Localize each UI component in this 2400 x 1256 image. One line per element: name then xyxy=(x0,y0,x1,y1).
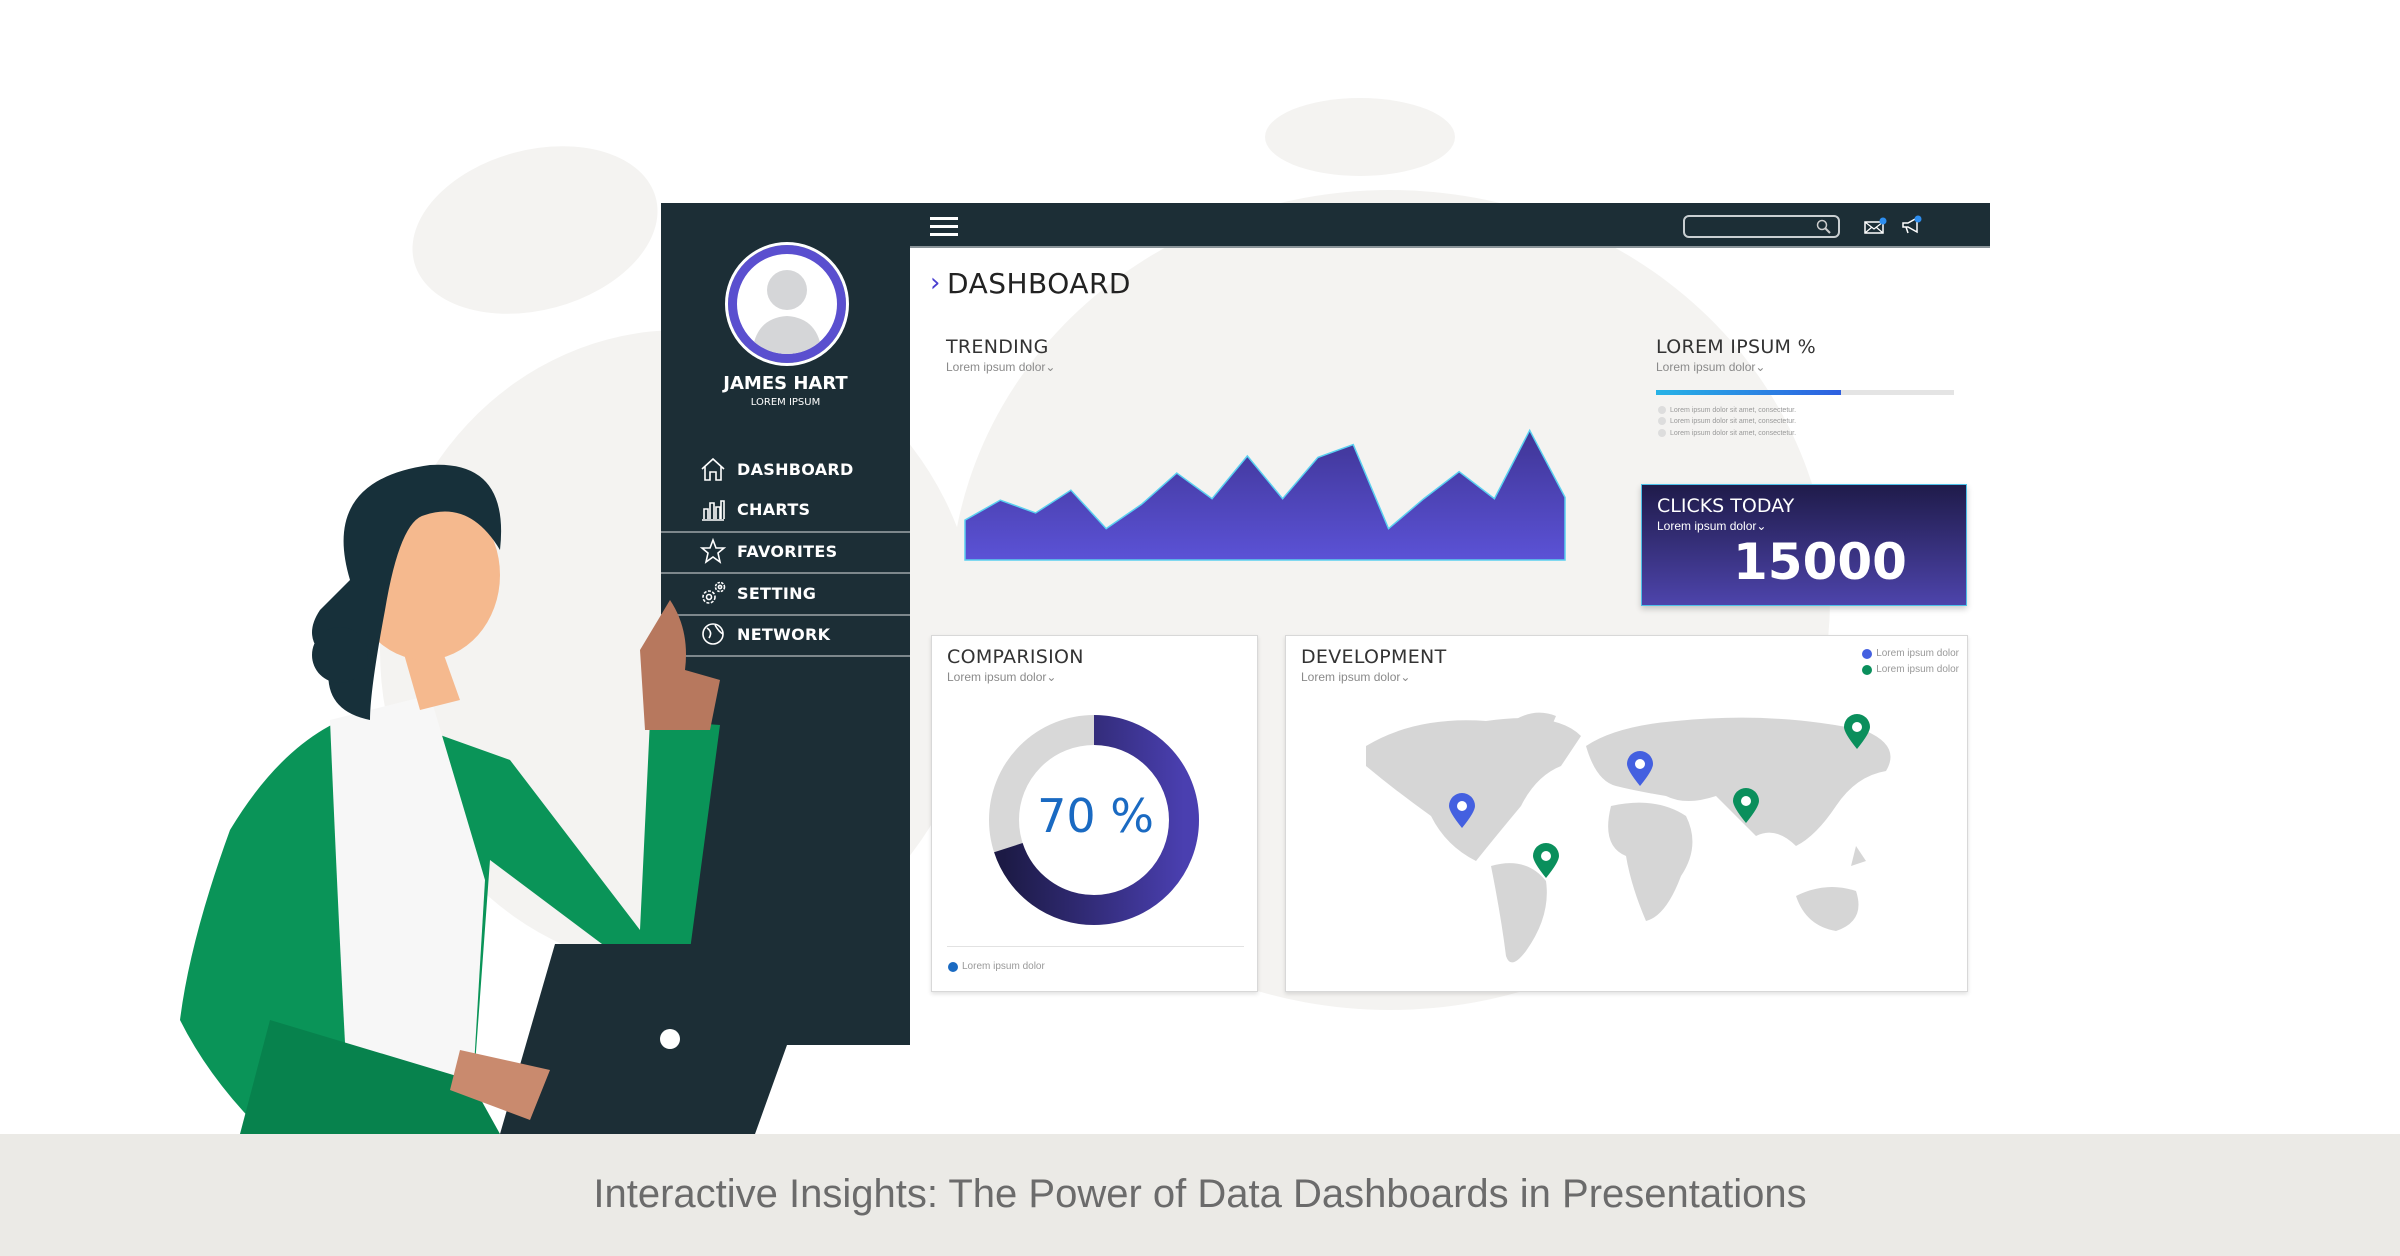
development-title: DEVELOPMENT xyxy=(1301,646,1447,668)
trending-area-chart xyxy=(964,428,1566,561)
legend-item: Lorem ipsum dolor xyxy=(1862,648,1959,659)
background-blob xyxy=(1265,98,1455,176)
avatar[interactable] xyxy=(725,242,849,366)
progress-subtitle[interactable]: Lorem ipsum dolor⌄ xyxy=(1656,360,1765,374)
breadcrumb-chevron-icon: › xyxy=(930,268,941,298)
bullet-item: Lorem ipsum dolor sit amet, consectetur. xyxy=(1658,429,1796,437)
search-input[interactable] xyxy=(1683,215,1840,238)
user-name: JAMES HART xyxy=(723,373,848,394)
clicks-today-card: CLICKS TODAY Lorem ipsum dolor⌄ 15000 xyxy=(1641,484,1967,606)
comparison-card: COMPARISION Lorem ipsum dolor⌄ 70 % Lore… xyxy=(931,635,1258,992)
clicks-value: 15000 xyxy=(1733,533,1907,591)
bullet-item: Lorem ipsum dolor sit amet, consectetur. xyxy=(1658,417,1796,425)
development-subtitle[interactable]: Lorem ipsum dolor⌄ xyxy=(1301,670,1410,684)
page-title: DASHBOARD xyxy=(947,267,1131,300)
user-icon xyxy=(752,270,822,354)
comparison-title: COMPARISION xyxy=(947,646,1084,668)
donut-value: 70 % xyxy=(1037,789,1154,843)
trending-subtitle[interactable]: Lorem ipsum dolor⌄ xyxy=(946,360,1055,374)
user-role: LOREM IPSUM xyxy=(750,397,821,408)
divider xyxy=(947,946,1244,947)
mail-icon[interactable] xyxy=(1863,216,1887,236)
bullet-item: Lorem ipsum dolor sit amet, consectetur. xyxy=(1658,406,1796,414)
progress-fill xyxy=(1656,390,1841,395)
clicks-title: CLICKS TODAY xyxy=(1657,495,1795,517)
clicks-subtitle[interactable]: Lorem ipsum dolor⌄ xyxy=(1657,519,1766,533)
progress-bar xyxy=(1656,390,1954,395)
presenter-illustration xyxy=(180,464,787,1134)
megaphone-icon[interactable] xyxy=(1900,214,1924,236)
search-icon[interactable] xyxy=(1816,219,1832,235)
trending-area xyxy=(964,428,1566,561)
laptop-logo xyxy=(660,1029,680,1049)
top-bar xyxy=(910,203,1990,248)
comparison-legend: Lorem ipsum dolor xyxy=(948,961,1045,972)
development-card: DEVELOPMENT Lorem ipsum dolor⌄ Lorem ips… xyxy=(1285,635,1968,992)
background-blob xyxy=(393,120,677,340)
trending-title: TRENDING xyxy=(946,336,1049,358)
comparison-subtitle[interactable]: Lorem ipsum dolor⌄ xyxy=(947,670,1056,684)
caption-title: Interactive Insights: The Power of Data … xyxy=(593,1172,1807,1216)
progress-title: LOREM IPSUM % xyxy=(1656,336,1816,358)
menu-icon[interactable] xyxy=(930,216,958,238)
world-map xyxy=(1366,712,1891,963)
legend-item: Lorem ipsum dolor xyxy=(1862,664,1959,675)
